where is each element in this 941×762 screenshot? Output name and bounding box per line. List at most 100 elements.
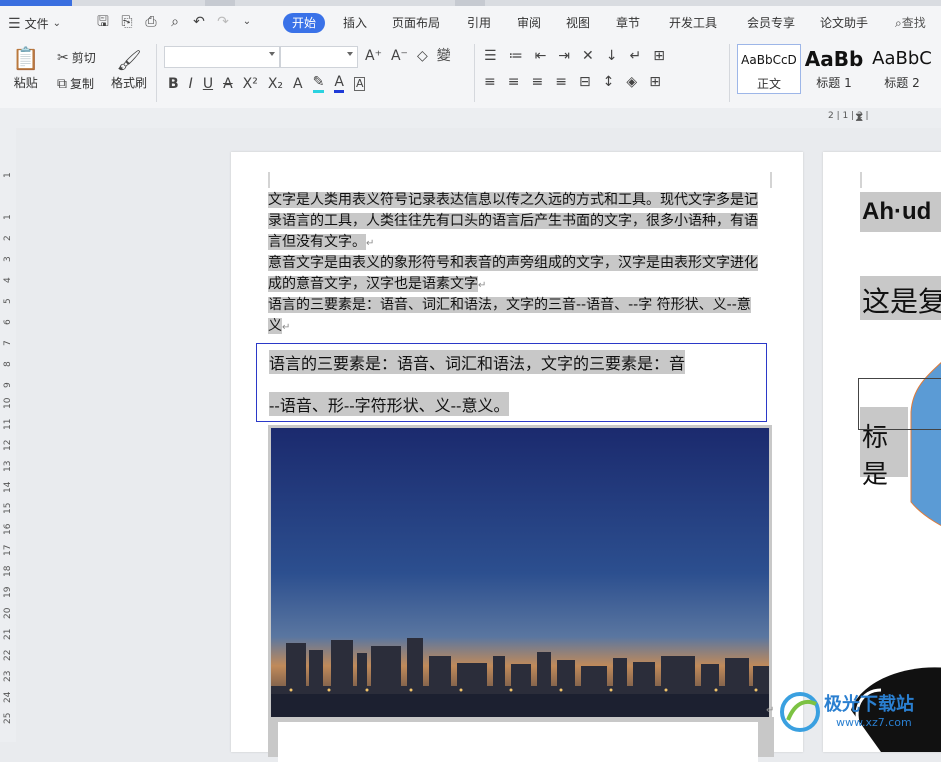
numbered-list-icon[interactable]: ≔ [509,48,523,64]
font-color-icon[interactable]: A [334,74,344,93]
redo-icon[interactable]: ↷ [215,14,231,30]
night-city-image [271,428,769,718]
align-right-icon[interactable]: ≡ [531,74,543,90]
tab-review[interactable]: 审阅 [517,14,541,31]
watermark: 极光下载站 www.xz7.com [778,688,938,738]
paragraph[interactable]: 语言的三要素是：语音、词汇和语法，文字的三音--语音、--字 符形状、义--意义… [268,295,760,338]
tab-home[interactable]: 开始 [283,13,325,33]
tab-view[interactable]: 视图 [566,14,590,31]
heading-block[interactable]: Ah·ud [860,192,941,232]
ruler-number: 13 [3,460,13,472]
text-box-frame[interactable] [858,378,941,430]
search-box[interactable]: ⌕查找 [895,14,926,31]
night-city-photo[interactable] [268,425,772,721]
paragraph[interactable]: 意音文字是由表义的象形符号和表音的声旁组成的文字，汉字是由表形文字进化成的意音文… [268,253,760,296]
heading-block[interactable]: 这是复 [860,276,941,320]
undo-icon[interactable]: ↶ [191,14,207,30]
ruler-number: 10 [3,397,13,409]
underline-icon[interactable]: U [203,76,213,92]
tab-chapter[interactable]: 章节 [616,14,640,31]
indent-marker-icon[interactable]: ⧗ [855,110,863,125]
shading-icon[interactable]: ◈ [626,74,637,90]
chevron-down-icon: ⌄ [52,17,61,29]
ruler-number: 2 [3,235,13,241]
character-border-icon[interactable]: A [353,76,366,91]
customize-toolbar-icon[interactable]: ⌄ [239,14,255,30]
subscript-icon[interactable]: X₂ [268,76,283,92]
line-spacing-icon[interactable]: ↕ [603,74,615,90]
increase-indent-icon[interactable]: ⇥ [558,48,570,64]
style-normal[interactable]: AaBbCcD 正文 [737,44,801,94]
highlight-color-icon[interactable]: ✎ [312,74,325,93]
bullet-list-icon[interactable]: ☰ [484,48,497,64]
export-pdf-icon[interactable]: ⎘ [119,14,135,30]
paragraph[interactable]: 文字是人类用表义符号记录表达信息以传之久远的方式和工具。现代文字多是记录语言的工… [268,190,760,254]
paragraph-tools-top: ☰ ≔ ⇤ ⇥ ✕ ↓ ↵ ⊞ [484,48,665,64]
tab-insert[interactable]: 插入 [343,14,367,31]
document-page[interactable]: 文字是人类用表义符号记录表达信息以传之久远的方式和工具。现代文字多是记录语言的工… [231,152,803,762]
sort-icon[interactable]: ↓ [606,48,618,64]
borders-icon[interactable]: ⊞ [649,74,661,90]
text-effect-icon[interactable]: A [293,76,303,92]
ruler-number: 8 [3,361,13,367]
style-preview: AaBb [804,47,864,71]
show-marks-icon[interactable]: ↵ [630,48,642,64]
justify-icon[interactable]: ≡ [555,74,567,90]
style-heading-2[interactable]: AaBbC 标题 2 [867,44,937,92]
cut-button[interactable]: ✂ 剪切 [57,49,96,66]
font-size-select[interactable] [280,46,358,68]
ruler-number: 18 [3,565,13,577]
watermark-logo-icon [780,692,820,732]
decrease-indent-icon[interactable]: ⇤ [535,48,547,64]
ruler-number: 16 [3,523,13,535]
tab-stops-icon[interactable]: ⊞ [653,48,665,64]
paste-button[interactable]: 📋 粘贴 [12,46,39,91]
file-menu-label: 文件 [24,17,49,31]
text-box-frame[interactable]: 语言的三要素是：语音、词汇和语法，文字的三要素是：音 --语音、形--字符形状、… [256,343,767,422]
chinese-layout-icon[interactable]: ✕ [582,48,594,64]
shrink-font-icon[interactable]: A⁻ [391,48,408,64]
font-name-select[interactable] [164,46,280,68]
phonetic-guide-icon[interactable]: 變 [437,48,451,64]
clear-format-icon[interactable]: ◇ [417,48,428,64]
format-painter-button[interactable]: 🖌 格式刷 [111,46,147,91]
italic-icon[interactable]: I [189,76,193,92]
return-mark: ↵ [478,280,487,291]
text-box-frame[interactable] [268,717,774,762]
distribute-icon[interactable]: ⊟ [579,74,591,90]
ruler-number: 6 [3,319,13,325]
align-center-icon[interactable]: ≡ [508,74,520,90]
quick-access-toolbar: 🖫 ⎘ ⎙ ⌕ ↶ ↷ ⌄ [95,14,263,30]
ruler-number: 20 [3,607,13,619]
superscript-icon[interactable]: X² [243,76,258,92]
print-preview-icon[interactable]: ⌕ [167,14,183,30]
style-heading-1[interactable]: AaBb 标题 1 [803,44,865,92]
chevron-down-icon [347,52,353,56]
vertical-ruler[interactable]: 1 1 2 3 4 5 6 7 8 9 10 11 12 13 14 15 16 17 18 19 20 21 22 23 24… [0,128,16,742]
shape-object[interactable] [903,342,941,542]
chevron-down-icon [269,52,275,56]
search-label: 查找 [901,16,926,30]
bold-icon[interactable]: B [168,76,179,92]
tab-references[interactable]: 引用 [467,14,491,31]
text-box-body[interactable] [278,722,758,762]
document-page[interactable]: Ah·ud 这是复 标是 [823,152,941,752]
copy-button[interactable]: ⧉ 复制 [57,75,94,92]
tab-thesis-assistant[interactable]: 论文助手 [820,14,868,31]
tab-member[interactable]: 会员专享 [747,14,795,31]
tab-page-layout[interactable]: 页面布局 [392,14,440,31]
file-menu[interactable]: ☰ 文件 ⌄ [8,15,61,32]
ruler-number: 3 [3,256,13,262]
horizontal-ruler[interactable]: 2 | 1 | 2 | ⧗ [0,108,941,128]
font-size-tools: A⁺ A⁻ ◇ 變 [365,48,451,64]
align-left-icon[interactable]: ≡ [484,74,496,90]
style-name: 标题 1 [816,76,852,90]
tab-developer[interactable]: 开发工具 [669,14,717,31]
paragraph-text: 意音文字是由表义的象形符号和表音的声旁组成的文字，汉字是由表形文字进化成的意音文… [268,255,758,292]
print-icon[interactable]: ⎙ [143,14,159,30]
cut-label: 剪切 [71,51,96,65]
grow-font-icon[interactable]: A⁺ [365,48,382,64]
strikethrough-icon[interactable]: A [223,76,233,92]
save-icon[interactable]: 🖫 [95,14,111,30]
text-box-line: --语音、形--字符形状、义--意义。 [269,392,510,416]
